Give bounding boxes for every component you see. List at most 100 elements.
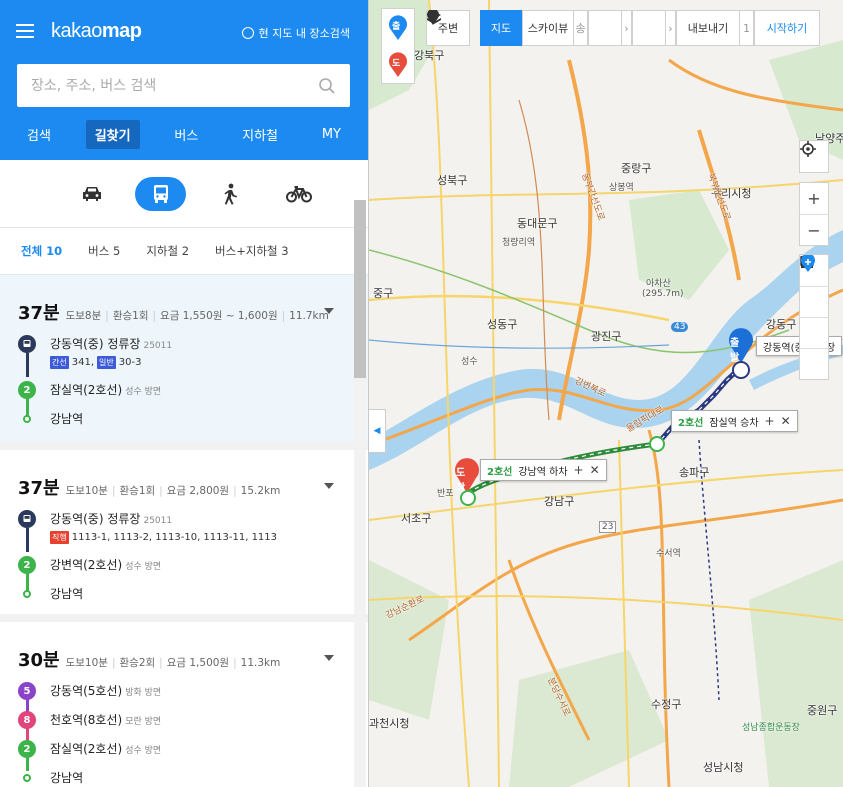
map-base [369,0,843,787]
map-toolbar: 주변 지도 스카이뷰 송 › › 내보내기 1 시작하기 [426,10,820,46]
sidebar-scrollbar[interactable] [354,200,366,787]
export-extra[interactable]: 1 [740,10,754,46]
route-summary: 37분 도보10분 | 환승1회 | 요금 2,800원 | 15.2km [18,474,350,500]
map-label-district: 수정구 [651,698,682,711]
layers-button[interactable] [427,10,666,46]
map-label-city: 과천시청 [369,717,410,730]
step-body: 강남역 [50,410,83,427]
route-step-end: 강남역 [18,410,350,439]
plus-icon[interactable]: + [765,414,775,428]
bus-type-tag: 일반 [97,356,116,369]
arrival-popup[interactable]: 2호선 강남역 하차 + ✕ [480,459,607,481]
route-step-end: 강남역 [18,769,350,787]
map-label-district: 강남구 [544,495,575,508]
expand-chevron-icon[interactable] [324,308,334,314]
set-start-button[interactable]: 출 [387,14,409,41]
destination-dot-icon [23,774,31,782]
destination-name: 강남역 [50,412,84,426]
search-icon[interactable] [318,77,336,95]
search-box [17,64,350,107]
roadview-button[interactable] [427,10,622,46]
map-view[interactable]: 강북구 성북구 동대문구 중랑구 상봉역 청량리역 구리시청 성동구 광진구 아… [369,0,843,787]
zoom-in-button[interactable]: + [799,183,829,214]
search-input[interactable] [31,77,318,94]
export-button[interactable]: 내보내기 [676,10,740,46]
skyview-button[interactable]: 스카이뷰 [522,10,574,46]
hamburger-icon[interactable] [16,24,34,38]
step-icon-wrap [18,410,36,423]
mode-bicycle[interactable] [273,177,324,211]
route-fare: 요금 1,550원 ~ 1,600원 [160,310,278,322]
start-marker-label: 출 [392,21,401,32]
bus-type-tag: 직행 [50,531,69,544]
bus-number[interactable]: 30-3 [119,357,142,368]
start-navigation-button[interactable]: 시작하기 [754,10,820,46]
stop-name: 강동역(중) 정류장 [50,337,141,351]
header: kakaomap 현 지도 내 장소검색 검색 길찾기 버스 지하철 MY [0,0,368,160]
filter-bus[interactable]: 버스 5 [88,243,120,259]
route-result[interactable]: 37분 도보10분 | 환승1회 | 요금 2,800원 | 15.2km 강동역(중… [0,450,368,622]
filter-bus-subway[interactable]: 버스+지하철 3 [215,243,289,259]
map-label-place: 성남종합운동장 [742,723,800,733]
step-body: 강동역(중) 정류장 25011 직행 1113-1, 1113-2, 1113-… [50,510,277,544]
crosshair-icon [800,141,816,157]
mode-transit[interactable] [135,176,186,211]
expand-chevron-icon[interactable] [324,655,334,661]
direction: 성수 방면 [125,746,162,756]
logo[interactable]: kakaomap [51,20,142,43]
filter-all[interactable]: 전체 10 [21,243,62,259]
map-label-district: 성북구 [437,174,468,187]
set-end-button[interactable]: 도 [387,51,409,78]
subway-station-marker-icon[interactable] [460,490,476,506]
add-place-button[interactable] [799,255,829,379]
scroll-thumb[interactable] [354,200,366,378]
my-location-button[interactable] [799,141,829,172]
route-result[interactable]: 37분 도보8분 | 환승1회 | 요금 1,550원 ~ 1,600원 | 11.7… [0,275,368,450]
step-body: 잠실역(2호선) 성수 방면 [50,381,161,398]
step-body: 강남역 [50,585,83,602]
step-icon-wrap [18,769,36,782]
bus-number[interactable]: 1113-1, 1113-2, 1113-10, 1113-11, 1113 [72,532,277,543]
skyview-extra[interactable]: 송 [574,10,588,46]
mode-car[interactable] [66,177,117,211]
route-fare: 요금 2,800원 [166,485,230,497]
map-label-place: 성수 [461,357,478,367]
map-label-district: 동대문구 [517,217,558,230]
expand-chevron-icon[interactable] [324,483,334,489]
radius-button[interactable] [799,255,829,348]
nav-tabs: 검색 길찾기 버스 지하철 MY [18,120,350,149]
tab-my[interactable]: MY [313,122,350,147]
layers-more[interactable]: › [666,10,676,46]
close-icon[interactable]: ✕ [590,463,600,477]
plus-icon[interactable]: + [574,463,584,477]
station-name: 강동역(5호선) [50,684,123,698]
map-mode-button[interactable]: 지도 [480,10,522,46]
route-duration: 37분 [18,303,60,324]
route-transfers: 환승1회 [119,485,156,497]
close-icon[interactable]: ✕ [781,414,791,428]
collapse-sidebar-button[interactable]: ◀ [369,409,386,453]
filter-subway[interactable]: 지하철 2 [146,243,189,259]
zoom-out-button[interactable]: − [799,214,829,245]
roadview-more[interactable]: › [622,10,632,46]
step-body: 잠실역(2호선) 성수 방면 [50,740,161,757]
route-distance: 11.7km [289,310,329,322]
area-button[interactable] [799,256,829,317]
transport-modes [0,160,368,228]
bus-stop-marker-icon[interactable] [732,361,750,379]
bus-number[interactable]: 341, [72,357,94,368]
transfer-popup[interactable]: 2호선 잠실역 승차 + ✕ [671,410,798,432]
mode-walk[interactable] [204,177,255,211]
tab-search[interactable]: 검색 [18,120,60,149]
route-steps: 강동역(중) 정류장 25011 간선 341, 일반 30-3 2 잠실역(2호… [18,335,350,439]
tab-bus[interactable]: 버스 [165,120,207,149]
step-icon-wrap: 2 [18,556,36,574]
tab-subway[interactable]: 지하철 [233,120,287,149]
map-area-search-toggle[interactable]: 현 지도 내 장소검색 [241,25,350,41]
route-result[interactable]: 30분 도보10분 | 환승2회 | 요금 1,500원 | 11.3km 5 강동역… [0,622,368,787]
direction: 모란 방면 [125,717,162,727]
tab-directions[interactable]: 길찾기 [85,120,140,149]
subway-station-marker-icon[interactable] [649,436,665,452]
step-body: 강남역 [50,769,83,786]
locate-control [799,140,829,173]
